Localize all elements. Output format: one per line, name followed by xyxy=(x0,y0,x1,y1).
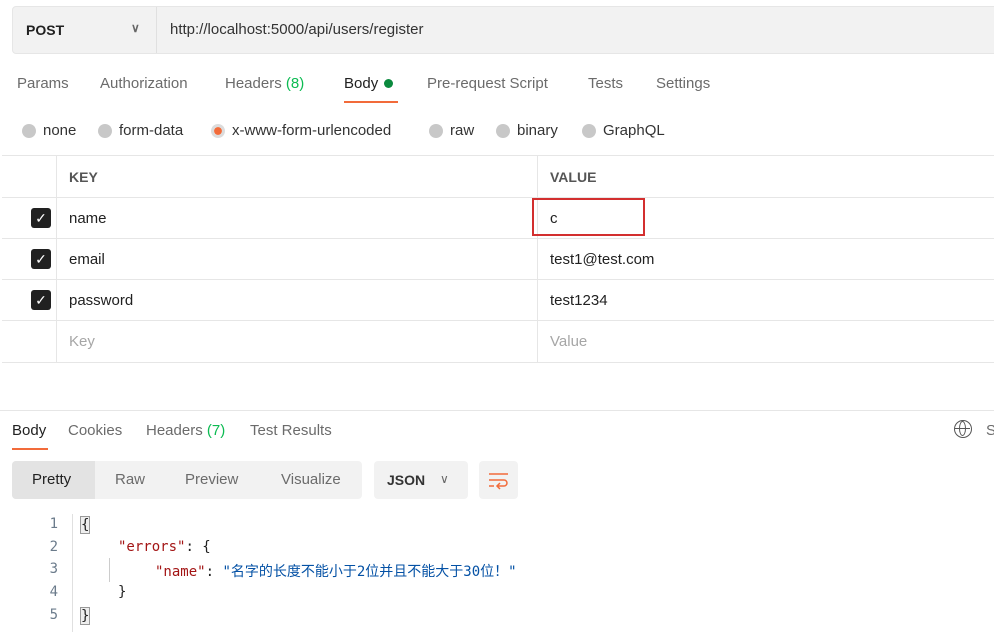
indent-guide xyxy=(109,558,110,582)
wrap-lines-button[interactable] xyxy=(479,461,518,499)
tab-authorization[interactable]: Authorization xyxy=(100,75,188,92)
tab-params[interactable]: Params xyxy=(17,75,69,92)
tab-body[interactable]: Body xyxy=(344,75,394,92)
view-visualize-button[interactable]: Visualize xyxy=(281,471,341,488)
radio-icon xyxy=(429,123,443,138)
wrap-lines-icon xyxy=(489,473,508,490)
radio-binary[interactable]: binary xyxy=(496,122,558,139)
radio-icon xyxy=(22,123,36,138)
table-row: ✓ email test1@test.com xyxy=(2,239,994,280)
url-input[interactable]: http://localhost:5000/api/users/register xyxy=(170,21,423,38)
view-pretty-label[interactable]: Pretty xyxy=(32,471,71,488)
radio-form-data[interactable]: form-data xyxy=(98,122,183,139)
globe-icon[interactable] xyxy=(954,420,972,438)
code-line-3: "name": "名字的长度不能小于2位并且不能大于30位！" xyxy=(155,564,517,580)
radio-raw[interactable]: raw xyxy=(429,122,474,139)
view-preview-button[interactable]: Preview xyxy=(185,471,238,488)
params-table: KEY VALUE ✓ name c ✓ email test1@test.com ✓ pa… xyxy=(2,155,994,363)
radio-graphql[interactable]: GraphQL xyxy=(582,122,665,139)
tab-headers[interactable]: Headers (8) xyxy=(225,75,304,92)
active-tab-underline xyxy=(344,101,398,103)
brace-match: } xyxy=(80,607,91,625)
key-placeholder[interactable]: Key xyxy=(57,321,538,362)
format-select[interactable]: JSON ∨ xyxy=(374,461,468,499)
tab-tests[interactable]: Tests xyxy=(588,75,623,92)
radio-x-www-form-urlencoded[interactable]: x-www-form-urlencoded xyxy=(211,122,391,139)
brace-match: { xyxy=(80,516,91,534)
code-line-2: "errors": { xyxy=(118,539,211,555)
view-mode-group: Pretty Raw Preview Visualize xyxy=(12,461,362,499)
highlight-box xyxy=(532,198,645,236)
value-placeholder[interactable]: Value xyxy=(538,321,994,362)
indent-guide xyxy=(72,514,73,632)
table-header: KEY VALUE xyxy=(2,156,994,198)
radio-icon xyxy=(98,123,112,138)
checkbox-checked-icon[interactable]: ✓ xyxy=(31,208,51,228)
url-bar: POST ∨ http://localhost:5000/api/users/re… xyxy=(12,6,994,54)
view-raw-button[interactable]: Raw xyxy=(115,471,145,488)
key-cell[interactable]: email xyxy=(57,239,538,279)
code-line-4: } xyxy=(118,584,127,600)
radio-none[interactable]: none xyxy=(22,122,76,139)
radio-icon xyxy=(496,123,510,138)
response-tab-headers[interactable]: Headers (7) xyxy=(146,422,225,439)
radio-icon xyxy=(582,123,596,138)
response-tab-cookies[interactable]: Cookies xyxy=(68,422,122,439)
radio-selected-icon xyxy=(211,123,225,138)
value-cell[interactable]: test1@test.com xyxy=(538,239,994,279)
response-tab-test-results[interactable]: Test Results xyxy=(250,422,332,439)
checkbox-checked-icon[interactable]: ✓ xyxy=(31,290,51,310)
table-row-empty: Key Value xyxy=(2,321,994,363)
chevron-down-icon: ∨ xyxy=(131,21,140,35)
save-response-cut[interactable]: S xyxy=(986,422,994,439)
active-tab-underline xyxy=(12,448,48,450)
chevron-down-icon: ∨ xyxy=(440,472,449,486)
divider xyxy=(0,410,994,411)
tab-pre-request-script[interactable]: Pre-request Script xyxy=(427,75,548,92)
table-row: ✓ name c xyxy=(2,198,994,239)
checkbox-checked-icon[interactable]: ✓ xyxy=(31,249,51,269)
tab-settings[interactable]: Settings xyxy=(656,75,710,92)
method-select[interactable]: POST ∨ xyxy=(13,7,157,53)
modified-dot-icon xyxy=(384,79,394,88)
value-cell[interactable]: test1234 xyxy=(538,280,994,320)
key-cell[interactable]: name xyxy=(57,198,538,238)
response-tab-body[interactable]: Body xyxy=(12,422,46,439)
table-row: ✓ password test1234 xyxy=(2,280,994,321)
key-cell[interactable]: password xyxy=(57,280,538,320)
